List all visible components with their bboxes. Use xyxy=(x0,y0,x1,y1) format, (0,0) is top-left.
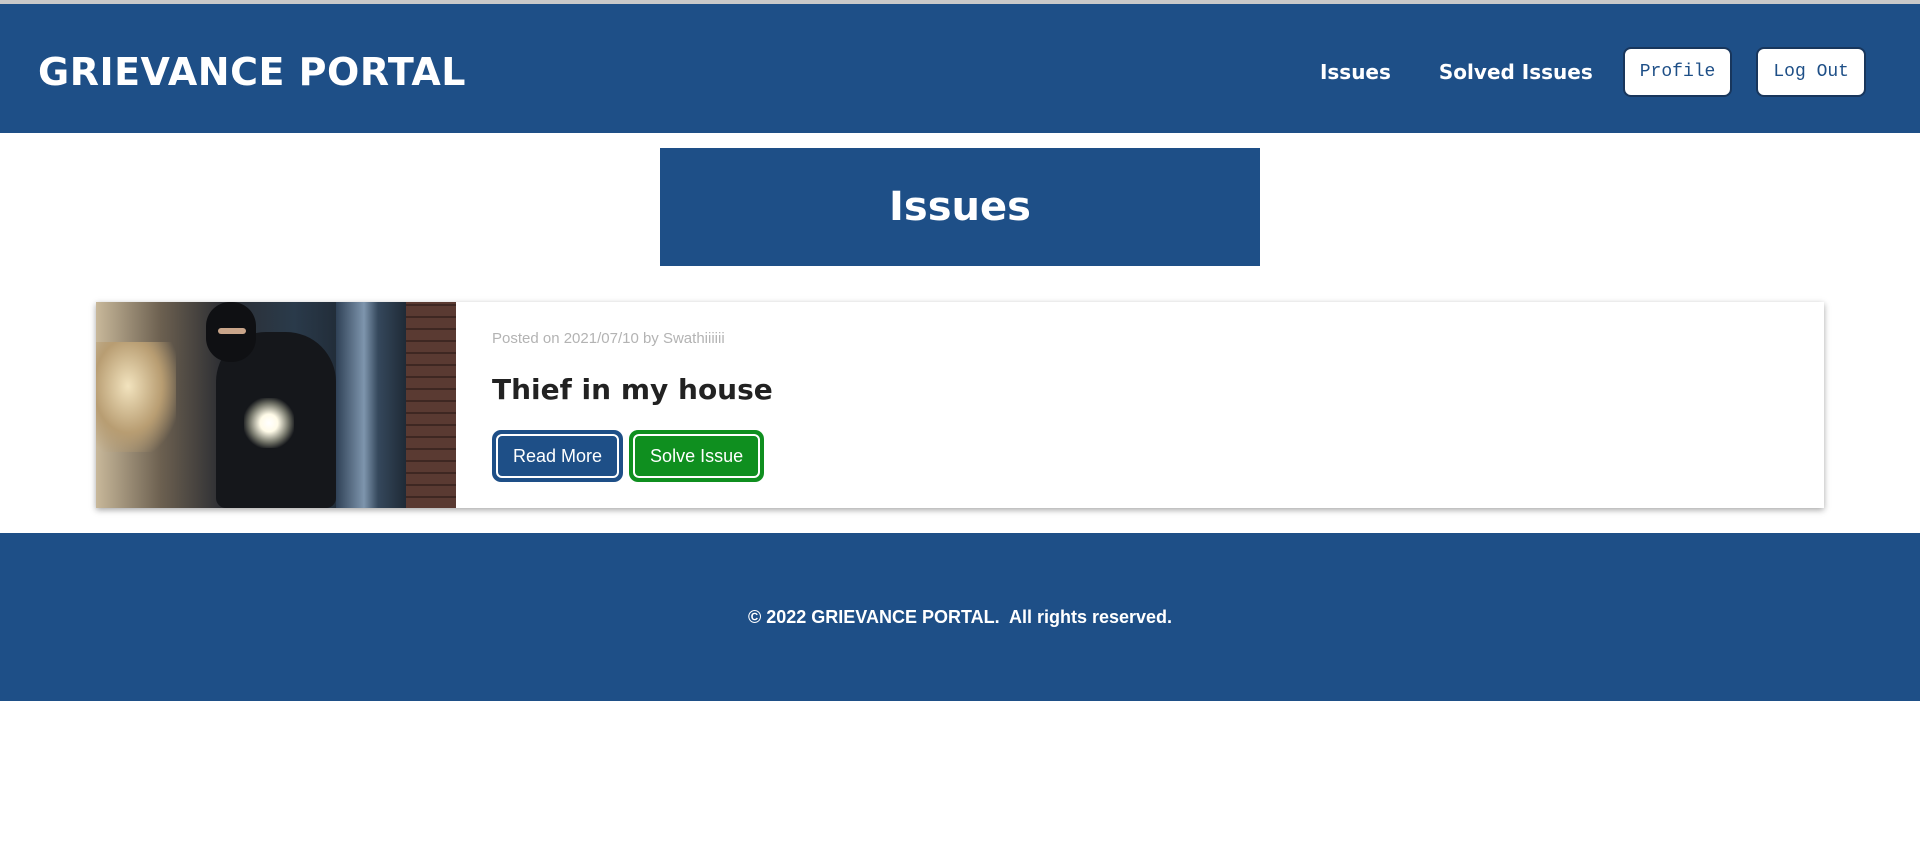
read-more-label: Read More xyxy=(496,434,620,478)
solve-issue-button[interactable]: Solve Issue xyxy=(629,430,765,482)
nav-link-issues[interactable]: Issues xyxy=(1320,60,1391,84)
issue-image xyxy=(96,302,456,508)
issue-title: Thief in my house xyxy=(492,373,773,406)
page-title-box: Issues xyxy=(660,148,1260,266)
footer-copyright: © 2022 GRIEVANCE PORTAL. All rights rese… xyxy=(747,606,1173,627)
issue-actions: Read More Solve Issue xyxy=(492,430,1788,482)
footer: © 2022 GRIEVANCE PORTAL. All rights rese… xyxy=(0,533,1920,701)
issue-meta: Posted on 2021/07/10 by Swathiiiiii xyxy=(492,330,725,347)
navbar: GRIEVANCE PORTAL Issues Solved Issues Pr… xyxy=(0,4,1920,133)
issue-card: Posted on 2021/07/10 by Swathiiiiii Thie… xyxy=(96,302,1824,508)
nav-link-solved-issues[interactable]: Solved Issues xyxy=(1439,60,1593,84)
issue-card-body: Posted on 2021/07/10 by Swathiiiiii Thie… xyxy=(456,302,1824,508)
read-more-button[interactable]: Read More xyxy=(492,430,624,482)
profile-button[interactable]: Profile xyxy=(1622,47,1733,97)
logout-button[interactable]: Log Out xyxy=(1756,47,1866,97)
brand-title[interactable]: GRIEVANCE PORTAL xyxy=(38,50,466,94)
page-title: Issues xyxy=(889,184,1031,230)
solve-issue-label: Solve Issue xyxy=(633,434,761,478)
nav-links: Issues Solved Issues Profile Log Out xyxy=(1320,47,1866,97)
